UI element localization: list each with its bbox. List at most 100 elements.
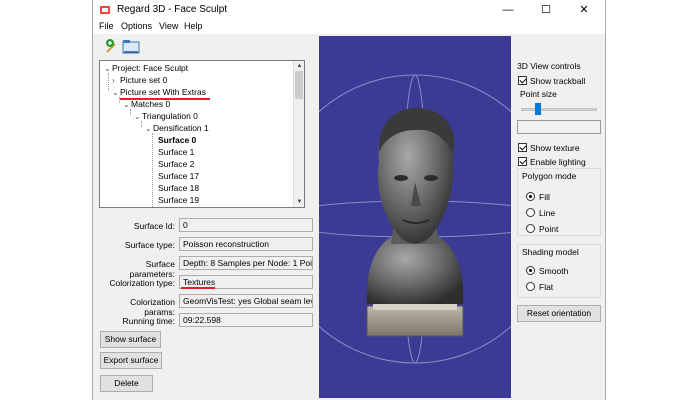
title-bar: Regard 3D - Face Sculpt — ☐ ✕ — [93, 0, 605, 20]
radio-label: Fill — [539, 192, 550, 202]
point-size-slider-track[interactable] — [521, 108, 597, 111]
tree-item-picture-set-0[interactable]: › Picture set 0 — [112, 74, 167, 86]
radio-selected-icon — [526, 266, 535, 275]
tree-guide — [152, 133, 153, 207]
menu-options[interactable]: Options — [121, 21, 152, 31]
scroll-down-icon[interactable]: ▼ — [294, 197, 304, 207]
radio-fill[interactable]: Fill — [526, 191, 550, 203]
surface-id-field[interactable]: 0 — [179, 218, 313, 232]
radio-flat[interactable]: Flat — [526, 281, 553, 293]
radio-empty-icon — [526, 208, 535, 217]
chevron-down-icon[interactable]: ⌄ — [134, 111, 142, 123]
menu-file[interactable]: File — [99, 21, 114, 31]
tree-item-label: Surface 17 — [158, 171, 200, 181]
radio-line[interactable]: Line — [526, 207, 555, 219]
bust-chest — [366, 234, 464, 304]
view-controls-title: 3D View controls — [517, 61, 581, 71]
radio-point[interactable]: Point — [526, 223, 558, 235]
tree-item-label: Surface 19 — [158, 195, 200, 205]
chevron-down-icon[interactable]: ⌄ — [145, 123, 153, 135]
polygon-mode-title: Polygon mode — [522, 171, 577, 181]
checkbox-checked-icon — [518, 143, 527, 152]
maximize-button[interactable]: ☐ — [531, 1, 561, 19]
tree-item-picture-set-extras[interactable]: ⌄Picture set With Extras — [112, 86, 206, 98]
3d-viewport[interactable] — [319, 36, 511, 398]
chevron-down-icon[interactable]: ⌄ — [123, 99, 131, 111]
colorization-params-label: Colorization params: — [130, 297, 175, 317]
checkbox-checked-icon — [518, 76, 527, 85]
tree-item-project[interactable]: ⌄Project: Face Sculpt — [104, 62, 188, 74]
project-tree[interactable]: ⌄Project: Face Sculpt › Picture set 0 ⌄Pi… — [99, 60, 305, 208]
radio-empty-icon — [526, 282, 535, 291]
bust-eye — [424, 175, 438, 181]
tree-item-surface-18[interactable]: Surface 18 — [158, 182, 199, 194]
shading-model-title: Shading model — [522, 247, 579, 257]
point-size-label: Point size — [520, 89, 557, 99]
surface-parameters-field[interactable]: Depth: 8 Samples per Node: 1 Point — [179, 256, 313, 270]
window-title: Regard 3D - Face Sculpt — [117, 4, 228, 15]
show-surface-button[interactable]: Show surface — [100, 331, 161, 348]
tree-item-label: Densification 1 — [153, 123, 209, 133]
open-project-icon[interactable] — [121, 36, 141, 56]
colorization-type-label: Colorization type: — [109, 278, 175, 288]
tree-item-label: Picture set With Extras — [120, 87, 206, 97]
app-icon — [100, 6, 110, 14]
show-trackball-checkbox[interactable]: Show trackball — [518, 75, 585, 87]
tree-item-label: Picture set 0 — [120, 75, 168, 85]
scroll-thumb[interactable] — [295, 71, 303, 99]
minimize-button[interactable]: — — [493, 1, 523, 19]
tree-item-label: Triangulation 0 — [142, 111, 198, 121]
menu-bar: File Options View Help — [93, 20, 605, 34]
checkbox-label: Enable lighting — [530, 157, 586, 167]
tree-item-label: Surface 18 — [158, 183, 200, 193]
radio-label: Line — [539, 208, 556, 218]
tree-item-label: Surface 0 — [158, 135, 197, 145]
radio-empty-icon — [526, 224, 535, 233]
radio-label: Smooth — [539, 266, 569, 276]
chevron-down-icon[interactable]: ⌄ — [104, 63, 112, 75]
tree-item-surface-19[interactable]: Surface 19 — [158, 194, 199, 206]
running-time-label: Running time: — [122, 316, 175, 326]
bust-eye — [394, 175, 408, 181]
menu-help[interactable]: Help — [184, 21, 203, 31]
export-surface-button[interactable]: Export surface — [100, 352, 162, 369]
polygon-mode-group: Polygon mode Fill Line Point — [517, 168, 601, 236]
tree-item-label: Surface 1 — [158, 147, 195, 157]
new-project-icon[interactable] — [101, 36, 121, 56]
tree-item-surface-2[interactable]: Surface 2 — [158, 158, 194, 170]
tree-item-surface-17[interactable]: Surface 17 — [158, 170, 199, 182]
radio-smooth[interactable]: Smooth — [526, 265, 568, 277]
show-texture-checkbox[interactable]: Show texture — [518, 142, 580, 154]
tree-item-surface-0[interactable]: Surface 0 — [158, 134, 196, 146]
enable-lighting-checkbox[interactable]: Enable lighting — [518, 156, 586, 168]
tree-item-label: Project: Face Sculpt — [112, 63, 189, 73]
menu-view[interactable]: View — [159, 21, 178, 31]
surface-type-field[interactable]: Poisson reconstruction — [179, 237, 313, 251]
tree-guide — [108, 73, 109, 91]
radio-label: Point — [539, 224, 559, 234]
radio-label: Flat — [539, 282, 554, 292]
running-time-field[interactable]: 09:22.598 — [179, 313, 313, 327]
point-size-slider-thumb[interactable] — [535, 103, 541, 115]
tree-item-matches[interactable]: ⌄Matches 0 — [123, 98, 170, 110]
tree-item-triangulation[interactable]: ⌄Triangulation 0 — [134, 110, 198, 122]
close-button[interactable]: ✕ — [569, 1, 599, 19]
chevron-down-icon[interactable]: ⌄ — [112, 87, 120, 99]
scroll-up-icon[interactable]: ▲ — [294, 61, 304, 71]
reset-orientation-button[interactable]: Reset orientation — [517, 305, 601, 322]
delete-button[interactable]: Delete — [100, 375, 153, 392]
checkbox-checked-icon — [518, 157, 527, 166]
surface-id-label: Surface Id: — [133, 221, 175, 231]
sculpture-render — [319, 74, 511, 364]
tree-item-label: Matches 0 — [131, 99, 171, 109]
bust-base — [366, 305, 464, 337]
point-size-input[interactable] — [517, 120, 601, 134]
app-window: Regard 3D - Face Sculpt — ☐ ✕ File Optio… — [92, 0, 606, 400]
checkbox-label: Show trackball — [530, 76, 586, 86]
tree-item-label: Surface 2 — [158, 159, 195, 169]
tree-item-densification[interactable]: ⌄Densification 1 — [145, 122, 209, 134]
tree-item-surface-1[interactable]: Surface 1 — [158, 146, 194, 158]
colorization-params-field[interactable]: GeomVisTest: yes Global seam level: — [179, 294, 313, 308]
view-controls-panel: 3D View controls Show trackball Point si… — [515, 60, 605, 398]
tree-scrollbar[interactable]: ▲ ▼ — [293, 61, 304, 207]
